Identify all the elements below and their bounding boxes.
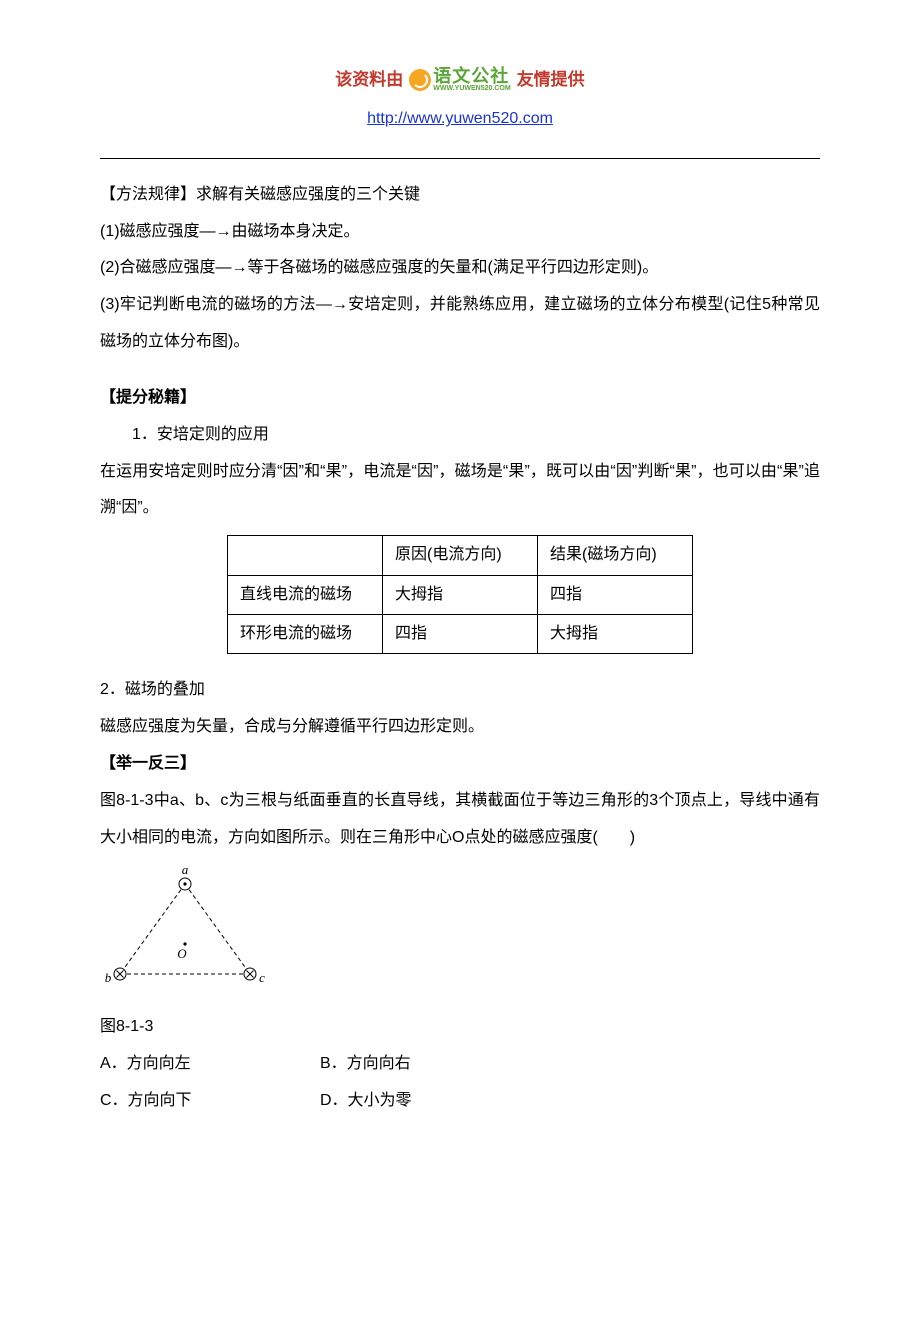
- label-o: O: [177, 946, 187, 961]
- rule-3: (3)牢记判断电流的磁场的方法―→安培定则，并能熟练应用，建立磁场的立体分布模型…: [100, 287, 820, 361]
- triangle-svg: a b c O: [100, 862, 270, 992]
- rule-1: (1)磁感应强度―→由磁场本身决定。: [100, 214, 820, 251]
- figure-caption: 图8-1-3: [100, 1009, 820, 1046]
- site-logo: 语文公社 WWW.YUWEN520.COM: [409, 67, 510, 92]
- option-a: A．方向向左: [100, 1046, 320, 1083]
- table-cell: [228, 536, 383, 575]
- spacer: [100, 361, 820, 380]
- tip-1-text: 在运用安培定则时应分清“因”和“果”，电流是“因”，磁场是“果”，既可以由“因”…: [100, 454, 820, 528]
- table-row: 直线电流的磁场 大拇指 四指: [228, 575, 693, 614]
- table-cell: 大拇指: [383, 575, 538, 614]
- table-row: 环形电流的磁场 四指 大拇指: [228, 615, 693, 654]
- tip-1-title: 1．安培定则的应用: [100, 417, 820, 454]
- label-c: c: [259, 970, 265, 985]
- ampere-rule-table: 原因(电流方向) 结果(磁场方向) 直线电流的磁场 大拇指 四指 环形电流的磁场…: [100, 535, 820, 654]
- divider: [100, 158, 820, 159]
- tip-2-title: 2．磁场的叠加: [100, 672, 820, 709]
- method-rule-title: 【方法规律】求解有关磁感应强度的三个关键: [100, 177, 820, 214]
- label-a: a: [182, 862, 189, 877]
- answer-options: A．方向向左 B．方向向右 C．方向向下 D．大小为零: [100, 1046, 820, 1120]
- logo-text: 语文公社: [433, 67, 509, 85]
- header-line-1: 该资料由 语文公社 WWW.YUWEN520.COM 友情提供: [100, 60, 820, 99]
- label-b: b: [105, 970, 112, 985]
- tip-2-text: 磁感应强度为矢量，合成与分解遵循平行四边形定则。: [100, 709, 820, 746]
- example-title: 【举一反三】: [100, 746, 820, 783]
- table-row: 原因(电流方向) 结果(磁场方向): [228, 536, 693, 575]
- table-cell: 直线电流的磁场: [228, 575, 383, 614]
- logo-subtext: WWW.YUWEN520.COM: [433, 85, 510, 92]
- page-header: 该资料由 语文公社 WWW.YUWEN520.COM 友情提供 http://w…: [100, 60, 820, 138]
- header-prefix: 该资料由: [335, 60, 403, 99]
- content: 【方法规律】求解有关磁感应强度的三个关键 (1)磁感应强度―→由磁场本身决定。 …: [100, 177, 820, 1120]
- table-cell: 四指: [538, 575, 693, 614]
- option-b: B．方向向右: [320, 1046, 540, 1083]
- table-cell: 结果(磁场方向): [538, 536, 693, 575]
- header-url[interactable]: http://www.yuwen520.com: [100, 101, 820, 138]
- table-cell: 四指: [383, 615, 538, 654]
- document-page: 该资料由 语文公社 WWW.YUWEN520.COM 友情提供 http://w…: [0, 0, 920, 1320]
- option-d: D．大小为零: [320, 1083, 540, 1120]
- example-text: 图8-1-3中a、b、c为三根与纸面垂直的长直导线，其横截面位于等边三角形的3个…: [100, 783, 820, 857]
- table-cell: 大拇指: [538, 615, 693, 654]
- tips-title: 【提分秘籍】: [100, 380, 820, 417]
- rule-2: (2)合磁感应强度―→等于各磁场的磁感应强度的矢量和(满足平行四边形定则)。: [100, 250, 820, 287]
- table-cell: 原因(电流方向): [383, 536, 538, 575]
- logo-swirl-icon: [409, 69, 431, 91]
- triangle-diagram: a b c O: [100, 862, 820, 1007]
- option-c: C．方向向下: [100, 1083, 320, 1120]
- header-suffix: 友情提供: [517, 60, 585, 99]
- table-cell: 环形电流的磁场: [228, 615, 383, 654]
